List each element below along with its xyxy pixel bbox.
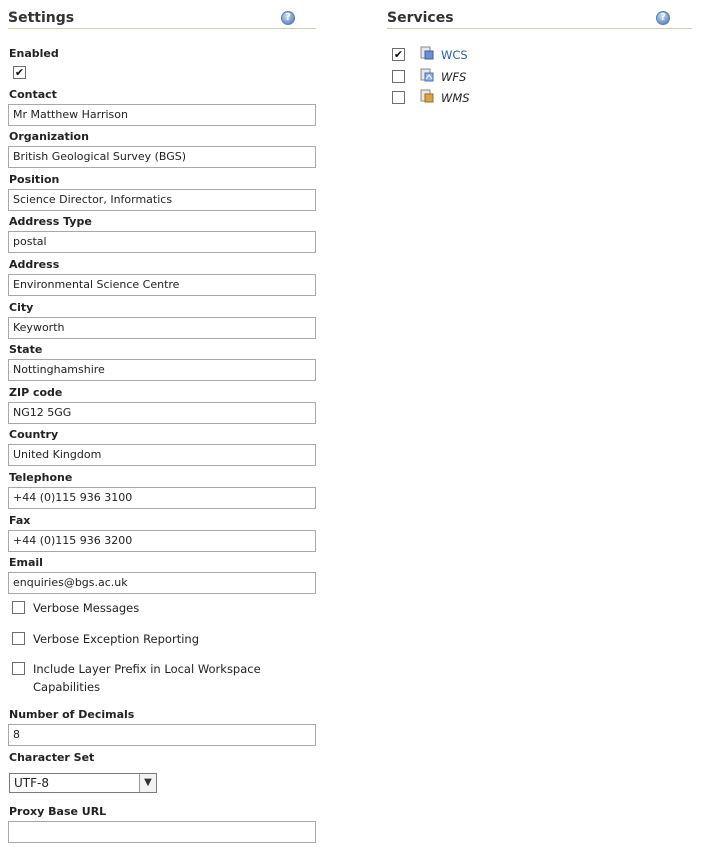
services-title: Services bbox=[387, 10, 454, 26]
telephone-label: Telephone bbox=[9, 471, 73, 484]
wms-service-icon bbox=[420, 89, 434, 103]
wms-checkbox[interactable] bbox=[392, 91, 405, 104]
wfs-service-label: WFS bbox=[441, 70, 467, 84]
charset-value: UTF-8 bbox=[14, 776, 49, 790]
decimals-field[interactable]: 8 bbox=[8, 724, 316, 746]
telephone-field[interactable]: +44 (0)115 936 3100 bbox=[8, 487, 316, 509]
zip-code-label: ZIP code bbox=[9, 386, 63, 399]
settings-title: Settings bbox=[8, 10, 75, 26]
decimals-label: Number of Decimals bbox=[9, 708, 135, 721]
charset-select[interactable]: UTF-8 ▼ bbox=[9, 773, 157, 793]
email-label: Email bbox=[9, 556, 43, 569]
city-field[interactable]: Keyworth bbox=[8, 317, 316, 339]
state-field[interactable]: Nottinghamshire bbox=[8, 359, 316, 381]
organization-label: Organization bbox=[9, 130, 89, 143]
proxy-url-label: Proxy Base URL bbox=[9, 805, 107, 818]
country-field[interactable]: United Kingdom bbox=[8, 444, 316, 466]
country-label: Country bbox=[9, 428, 59, 441]
contact-field[interactable]: Mr Matthew Harrison bbox=[8, 104, 316, 126]
verbose-exception-label: Verbose Exception Reporting bbox=[33, 632, 199, 646]
settings-help-icon[interactable]: ? bbox=[281, 11, 295, 25]
city-label: City bbox=[9, 301, 34, 314]
charset-label: Character Set bbox=[9, 751, 95, 764]
zip-code-field[interactable]: NG12 5GG bbox=[8, 402, 316, 424]
state-label: State bbox=[9, 343, 43, 356]
enabled-checkbox[interactable]: ✔ bbox=[13, 66, 26, 79]
verbose-messages-label: Verbose Messages bbox=[33, 601, 140, 615]
layer-prefix-checkbox[interactable] bbox=[12, 662, 25, 675]
wcs-checkbox[interactable]: ✔ bbox=[392, 48, 405, 61]
wcs-service-icon bbox=[420, 46, 434, 60]
enabled-label: Enabled bbox=[9, 47, 59, 60]
fax-field[interactable]: +44 (0)115 936 3200 bbox=[8, 530, 316, 552]
layer-prefix-label: Include Layer Prefix in Local Workspace … bbox=[33, 662, 261, 694]
position-field[interactable]: Science Director, Informatics bbox=[8, 189, 316, 211]
address-field[interactable]: Environmental Science Centre bbox=[8, 274, 316, 296]
chevron-down-icon[interactable]: ▼ bbox=[139, 774, 156, 792]
email-field[interactable]: enquiries@bgs.ac.uk bbox=[8, 572, 316, 594]
address-type-field[interactable]: postal bbox=[8, 231, 316, 253]
wms-service-label: WMS bbox=[441, 91, 470, 105]
services-divider bbox=[387, 28, 692, 29]
proxy-url-field[interactable] bbox=[8, 821, 316, 843]
settings-divider bbox=[8, 28, 316, 29]
fax-label: Fax bbox=[9, 514, 31, 527]
organization-field[interactable]: British Geological Survey (BGS) bbox=[8, 146, 316, 168]
services-help-icon[interactable]: ? bbox=[656, 11, 670, 25]
contact-label: Contact bbox=[9, 88, 57, 101]
address-label: Address bbox=[9, 258, 60, 271]
verbose-exception-checkbox[interactable] bbox=[12, 632, 25, 645]
wfs-service-icon bbox=[420, 68, 434, 82]
wfs-checkbox[interactable] bbox=[392, 70, 405, 83]
position-label: Position bbox=[9, 173, 60, 186]
verbose-messages-checkbox[interactable] bbox=[12, 601, 25, 614]
address-type-label: Address Type bbox=[9, 215, 92, 228]
wcs-service-link[interactable]: WCS bbox=[441, 48, 468, 62]
